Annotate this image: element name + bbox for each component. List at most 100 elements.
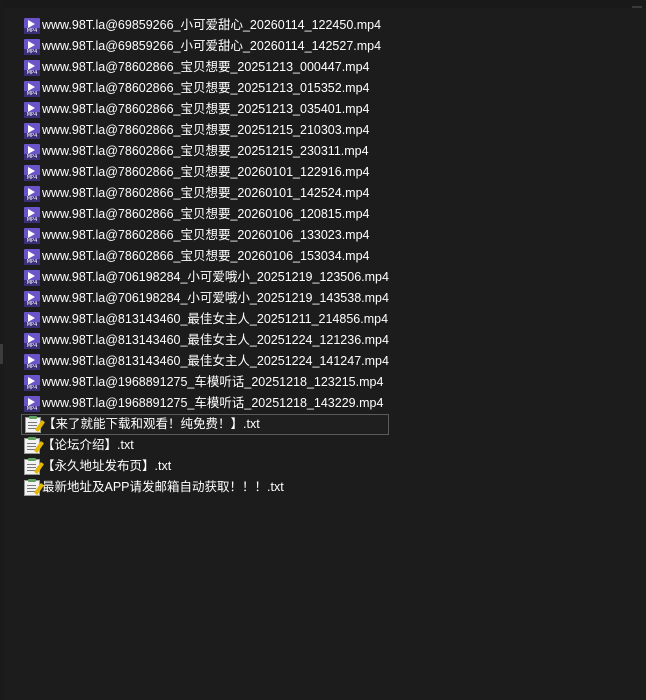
- file-name: www.98T.la@78602866_宝贝想要_20251213_015352…: [42, 81, 370, 95]
- play-icon: [28, 124, 35, 133]
- text-line-icon: [27, 466, 36, 468]
- file-row-video[interactable]: MP4 www.98T.la@78602866_宝贝想要_20251213_035…: [21, 99, 389, 120]
- file-name: www.98T.la@1968891275_车模听话_20251218_1432…: [42, 396, 384, 410]
- mp4-video-icon: MP4: [24, 227, 40, 244]
- text-file-icon: [24, 457, 45, 475]
- mp4-video-icon: MP4: [24, 185, 40, 202]
- text-line-icon: [27, 445, 36, 447]
- file-row-video[interactable]: MP4 www.98T.la@706198284_小可爱哦小_20251219_1…: [21, 288, 389, 309]
- play-icon: [28, 145, 35, 154]
- file-name: www.98T.la@1968891275_车模听话_20251218_1232…: [42, 375, 384, 389]
- file-row-video[interactable]: MP4 www.98T.la@78602866_宝贝想要_20260106_120…: [21, 204, 389, 225]
- file-row-text[interactable]: 【来了就能下载和观看！纯免费！】.txt: [21, 414, 389, 435]
- file-name: 【永久地址发布页】.txt: [42, 459, 172, 473]
- pane-resize-handle[interactable]: [0, 344, 3, 364]
- file-name: www.98T.la@706198284_小可爱哦小_20251219_1235…: [42, 270, 389, 284]
- file-name: www.98T.la@813143460_最佳女主人_20251211_2148…: [42, 312, 389, 326]
- file-list: MP4 www.98T.la@69859266_小可爱甜心_20260114_12…: [21, 15, 401, 498]
- file-name: 【论坛介绍】.txt: [42, 438, 134, 452]
- mp4-video-icon: MP4: [24, 311, 40, 328]
- file-row-video[interactable]: MP4 www.98T.la@78602866_宝贝想要_20260106_153…: [21, 246, 389, 267]
- text-file-icon: [24, 478, 45, 496]
- file-row-video[interactable]: MP4 www.98T.la@69859266_小可爱甜心_20260114_14…: [21, 36, 389, 57]
- play-icon: [28, 355, 35, 364]
- file-name: www.98T.la@78602866_宝贝想要_20251215_230311…: [42, 144, 369, 158]
- play-icon: [28, 166, 35, 175]
- file-name: www.98T.la@78602866_宝贝想要_20260106_120815…: [42, 207, 370, 221]
- file-name: www.98T.la@78602866_宝贝想要_20251215_210303…: [42, 123, 370, 137]
- notepad-binding-icon: [28, 457, 36, 461]
- mp4-video-icon: MP4: [24, 17, 40, 34]
- play-icon: [28, 82, 35, 91]
- file-row-video[interactable]: MP4 www.98T.la@78602866_宝贝想要_20260101_122…: [21, 162, 389, 183]
- file-name: www.98T.la@78602866_宝贝想要_20251213_035401…: [42, 102, 370, 116]
- mp4-icon-label: MP4: [24, 216, 40, 223]
- mp4-video-icon: MP4: [24, 122, 40, 139]
- mp4-icon-label: MP4: [24, 27, 40, 34]
- window-control-mark[interactable]: [632, 6, 642, 8]
- text-line-icon: [27, 487, 36, 489]
- mp4-icon-label: MP4: [24, 405, 40, 412]
- file-row-video[interactable]: MP4 www.98T.la@78602866_宝贝想要_20251215_210…: [21, 120, 389, 141]
- file-row-video[interactable]: MP4 www.98T.la@1968891275_车模听话_20251218_1…: [21, 393, 389, 414]
- file-name: www.98T.la@78602866_宝贝想要_20251213_000447…: [42, 60, 370, 74]
- notepad-binding-icon: [29, 415, 37, 419]
- play-icon: [28, 229, 35, 238]
- file-name: www.98T.la@813143460_最佳女主人_20251224_1212…: [42, 333, 389, 347]
- mp4-icon-label: MP4: [24, 237, 40, 244]
- mp4-icon-label: MP4: [24, 363, 40, 370]
- file-row-video[interactable]: MP4 www.98T.la@813143460_最佳女主人_20251211_2…: [21, 309, 389, 330]
- play-icon: [28, 250, 35, 259]
- mp4-video-icon: MP4: [24, 206, 40, 223]
- file-row-text[interactable]: 最新地址及APP请发邮箱自动获取！！！.txt: [21, 477, 389, 498]
- play-icon: [28, 292, 35, 301]
- file-row-text[interactable]: 【论坛介绍】.txt: [21, 435, 389, 456]
- file-row-video[interactable]: MP4 www.98T.la@78602866_宝贝想要_20251215_230…: [21, 141, 389, 162]
- file-name: www.98T.la@78602866_宝贝想要_20260106_133023…: [42, 228, 370, 242]
- text-line-icon: [27, 463, 36, 465]
- file-name: www.98T.la@69859266_小可爱甜心_20260114_12245…: [42, 18, 382, 32]
- notepad-binding-icon: [28, 436, 36, 440]
- file-row-video[interactable]: MP4 www.98T.la@69859266_小可爱甜心_20260114_12…: [21, 15, 389, 36]
- play-icon: [28, 376, 35, 385]
- mp4-video-icon: MP4: [24, 80, 40, 97]
- mp4-video-icon: MP4: [24, 59, 40, 76]
- text-line-icon: [27, 442, 36, 444]
- file-name: www.98T.la@813143460_最佳女主人_20251224_1412…: [42, 354, 389, 368]
- play-icon: [28, 187, 35, 196]
- play-icon: [28, 334, 35, 343]
- mp4-icon-label: MP4: [24, 174, 40, 181]
- mp4-icon-label: MP4: [24, 258, 40, 265]
- file-row-video[interactable]: MP4 www.98T.la@78602866_宝贝想要_20251213_015…: [21, 78, 389, 99]
- notepad-binding-icon: [28, 478, 36, 482]
- play-icon: [28, 313, 35, 322]
- mp4-icon-label: MP4: [24, 384, 40, 391]
- file-row-video[interactable]: MP4 www.98T.la@706198284_小可爱哦小_20251219_1…: [21, 267, 389, 288]
- text-file-icon: [24, 436, 45, 454]
- file-row-video[interactable]: MP4 www.98T.la@813143460_最佳女主人_20251224_1…: [21, 351, 389, 372]
- mp4-video-icon: MP4: [24, 290, 40, 307]
- mp4-icon-label: MP4: [24, 153, 40, 160]
- mp4-video-icon: MP4: [24, 269, 40, 286]
- mp4-icon-label: MP4: [24, 69, 40, 76]
- file-name: 【来了就能下载和观看！纯免费！】.txt: [43, 417, 260, 431]
- mp4-video-icon: MP4: [24, 143, 40, 160]
- text-line-icon: [27, 484, 36, 486]
- mp4-video-icon: MP4: [24, 101, 40, 118]
- file-name: www.98T.la@78602866_宝贝想要_20260106_153034…: [42, 249, 370, 263]
- file-row-video[interactable]: MP4 www.98T.la@78602866_宝贝想要_20260101_142…: [21, 183, 389, 204]
- mp4-icon-label: MP4: [24, 195, 40, 202]
- file-row-text[interactable]: 【永久地址发布页】.txt: [21, 456, 389, 477]
- mp4-video-icon: MP4: [24, 374, 40, 391]
- mp4-video-icon: MP4: [24, 395, 40, 412]
- mp4-icon-label: MP4: [24, 132, 40, 139]
- play-icon: [28, 19, 35, 28]
- file-row-video[interactable]: MP4 www.98T.la@78602866_宝贝想要_20260106_133…: [21, 225, 389, 246]
- file-row-video[interactable]: MP4 www.98T.la@78602866_宝贝想要_20251213_000…: [21, 57, 389, 78]
- file-name: www.98T.la@78602866_宝贝想要_20260101_142524…: [42, 186, 370, 200]
- file-name: 最新地址及APP请发邮箱自动获取！！！.txt: [42, 480, 284, 494]
- mp4-video-icon: MP4: [24, 248, 40, 265]
- file-row-video[interactable]: MP4 www.98T.la@813143460_最佳女主人_20251224_1…: [21, 330, 389, 351]
- file-row-video[interactable]: MP4 www.98T.la@1968891275_车模听话_20251218_1…: [21, 372, 389, 393]
- top-edge: [0, 0, 646, 8]
